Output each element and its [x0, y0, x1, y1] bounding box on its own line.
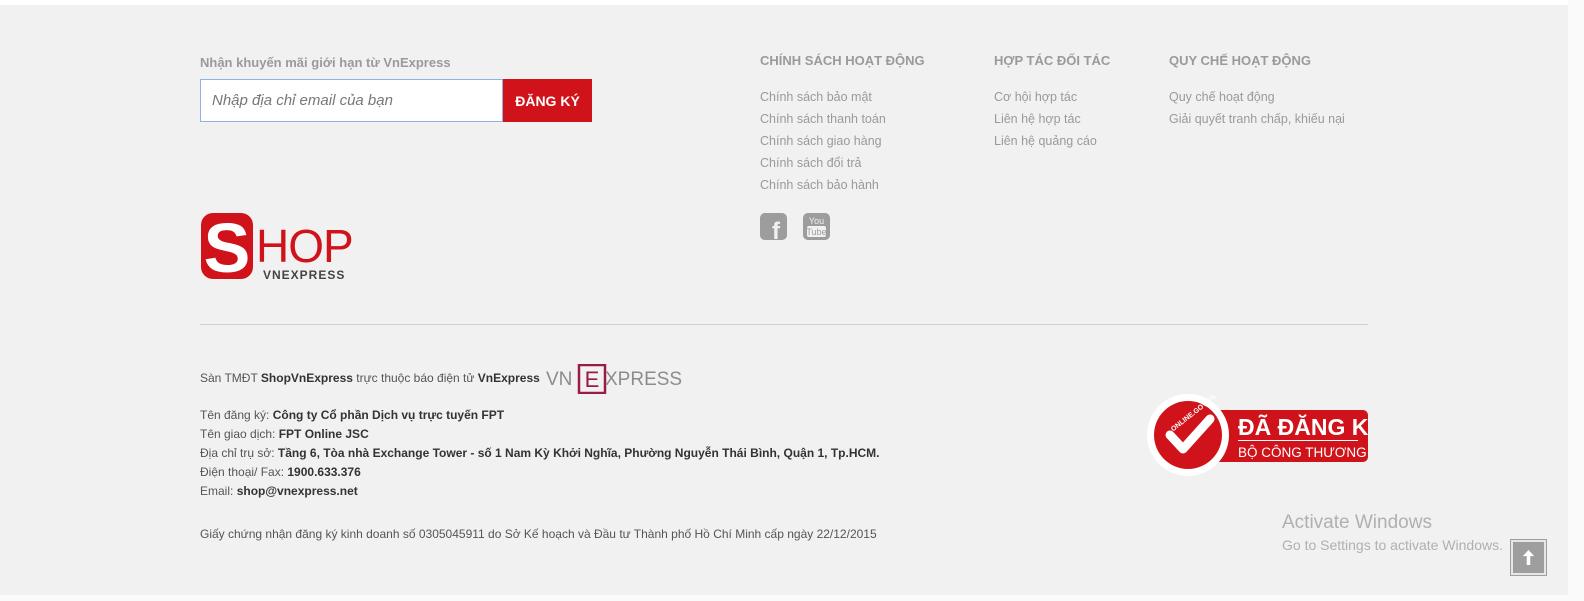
link-dispute-resolution-text[interactable]: Giải quyết tranh chấp, khiếu nại	[1169, 112, 1345, 126]
activate-windows-subtitle: Go to Settings to activate Windows.	[1282, 537, 1503, 553]
activate-windows-title: Activate Windows	[1282, 512, 1432, 533]
phone-fax: Điện thoại/ Fax: 1900.633.376	[200, 465, 361, 479]
phone-value: 1900.633.376	[287, 465, 361, 479]
link-partnership-contact-text[interactable]: Liên hệ hợp tác	[994, 112, 1081, 126]
link-operating-regulations-text[interactable]: Quy chế hoạt động	[1169, 90, 1275, 104]
link-operating-regulations[interactable]: Quy chế hoạt động	[1169, 89, 1345, 111]
vne-logo-mid: E	[585, 367, 600, 392]
link-warranty-policy[interactable]: Chính sách bảo hành	[760, 177, 925, 199]
footer-divider	[200, 324, 1368, 325]
youtube-icon[interactable]: You Tube	[803, 213, 830, 240]
arrow-up-icon	[1522, 549, 1535, 566]
link-return-policy[interactable]: Chính sách đổi trả	[760, 155, 925, 177]
trade-name: Tên giao dịch: FPT Online JSC	[200, 427, 369, 441]
logo-subtext: VNEXPRESS	[263, 268, 345, 282]
intro-paper: VnExpress	[477, 371, 540, 385]
page-scrollbar[interactable]	[1568, 0, 1584, 601]
vne-logo-right: XPRESS	[605, 369, 682, 390]
phone-label: Điện thoại/ Fax:	[200, 465, 288, 479]
registered-name-label: Tên đăng ký:	[200, 408, 273, 422]
email-input[interactable]	[200, 79, 503, 122]
page-bottom-edge	[0, 595, 1568, 601]
regulations-column: QUY CHẾ HOẠT ĐỘNG Quy chế hoạt động Giải…	[1169, 53, 1345, 133]
link-payment-policy-text[interactable]: Chính sách thanh toán	[760, 112, 886, 126]
link-shipping-policy[interactable]: Chính sách giao hàng	[760, 133, 925, 155]
link-partnership-contact[interactable]: Liên hệ hợp tác	[994, 111, 1110, 133]
youtube-glyph-top: You	[809, 216, 824, 226]
link-partnership-opportunity-text[interactable]: Cơ hội hợp tác	[994, 90, 1077, 104]
headquarters-address: Địa chỉ trụ sở: Tầng 6, Tòa nhà Exchange…	[200, 446, 879, 460]
back-to-top-button[interactable]	[1510, 539, 1547, 576]
partners-column-title: HỢP TÁC ĐỐI TÁC	[994, 53, 1111, 68]
newsletter-title: Nhận khuyến mãi giới hạn từ VnExpress	[200, 55, 451, 70]
link-warranty-policy-text[interactable]: Chính sách bảo hành	[760, 178, 879, 192]
vnexpress-logo[interactable]: VN E XPRESS	[546, 364, 698, 394]
shop-vnexpress-logo[interactable]: S HOP VNEXPRESS	[200, 212, 370, 284]
logo-word: HOP	[256, 220, 353, 272]
intro-prefix: Sàn TMĐT	[200, 371, 261, 385]
badge-line2: BỘ CÔNG THƯƠNG	[1238, 445, 1367, 460]
facebook-glyph: f	[772, 218, 781, 240]
vne-logo-left: VN	[546, 369, 572, 390]
address-label: Địa chỉ trụ sở:	[200, 446, 278, 460]
youtube-glyph-bottom: Tube	[806, 227, 826, 237]
email-label: Email:	[200, 484, 237, 498]
link-return-policy-text[interactable]: Chính sách đổi trả	[760, 156, 861, 170]
partners-column: HỢP TÁC ĐỐI TÁC Cơ hội hợp tác Liên hệ h…	[994, 53, 1110, 155]
intro-mid: trực thuộc báo điện tử	[352, 371, 478, 385]
link-shipping-policy-text[interactable]: Chính sách giao hàng	[760, 134, 882, 148]
contact-email: Email: shop@vnexpress.net	[200, 484, 358, 498]
policy-column: CHÍNH SÁCH HOẠT ĐỘNG Chính sách bảo mật …	[760, 53, 925, 199]
registered-name-value: Công ty Cổ phần Dịch vụ trực tuyến FPT	[272, 408, 505, 422]
ministry-registration-badge[interactable]: ONLINE.GOV.VN ĐÃ ĐĂNG KÝ BỘ CÔNG THƯƠNG	[1146, 393, 1370, 479]
business-license: Giấy chứng nhận đăng ký kinh doanh số 03…	[200, 527, 877, 541]
registered-name: Tên đăng ký: Công ty Cổ phần Dịch vụ trự…	[200, 408, 504, 422]
link-partnership-opportunity[interactable]: Cơ hội hợp tác	[994, 89, 1110, 111]
policy-column-title: CHÍNH SÁCH HOẠT ĐỘNG	[760, 53, 925, 68]
company-intro: Sàn TMĐT ShopVnExpress trực thuộc báo đi…	[200, 371, 540, 385]
trade-name-label: Tên giao dịch:	[200, 427, 279, 441]
regulations-column-title: QUY CHẾ HOẠT ĐỘNG	[1169, 53, 1312, 68]
subscribe-button[interactable]: ĐĂNG KÝ	[503, 79, 592, 122]
link-dispute-resolution[interactable]: Giải quyết tranh chấp, khiếu nại	[1169, 111, 1345, 133]
badge-line1: ĐÃ ĐĂNG KÝ	[1238, 413, 1370, 440]
link-advertising-contact[interactable]: Liên hệ quảng cáo	[994, 133, 1110, 155]
link-payment-policy[interactable]: Chính sách thanh toán	[760, 111, 925, 133]
address-value: Tầng 6, Tòa nhà Exchange Tower - số 1 Na…	[277, 446, 880, 460]
intro-brand: ShopVnExpress	[260, 371, 353, 385]
facebook-icon[interactable]: f	[760, 213, 787, 240]
link-privacy-policy[interactable]: Chính sách bảo mật	[760, 89, 925, 111]
link-advertising-contact-text[interactable]: Liên hệ quảng cáo	[994, 134, 1097, 148]
logo-s-letter: S	[204, 212, 251, 284]
email-value: shop@vnexpress.net	[236, 484, 358, 498]
trade-name-value: FPT Online JSC	[278, 427, 369, 441]
link-privacy-policy-text[interactable]: Chính sách bảo mật	[760, 90, 872, 104]
